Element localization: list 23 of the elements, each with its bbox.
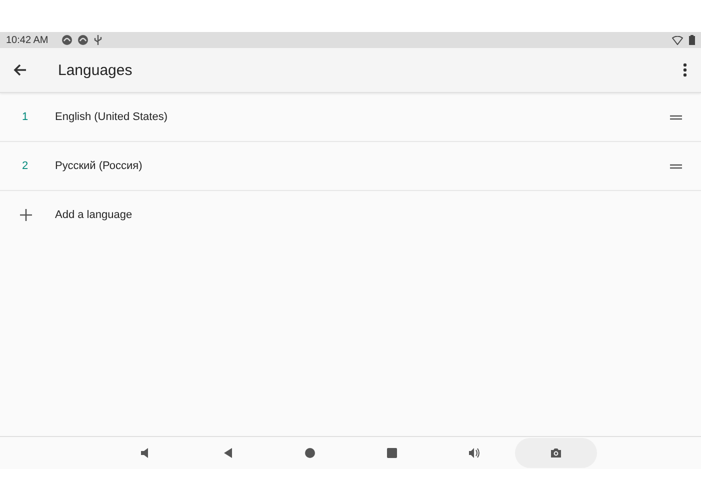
language-name: Русский (Россия) [55,160,144,172]
drag-handle-icon[interactable] [670,114,682,120]
back-arrow-icon [13,63,27,77]
volume-up-icon [468,447,480,459]
status-time: 10:42 AM [6,34,48,46]
language-number: 2 [20,160,30,172]
battery-icon [689,35,695,45]
camera-button[interactable] [515,438,597,468]
notification-icon [78,35,88,45]
wifi-icon [672,36,683,44]
usb-icon [94,35,102,45]
recents-icon [386,447,398,459]
back-icon [222,447,234,459]
more-options-icon [683,63,687,77]
add-language-item[interactable]: Add a language [0,191,701,239]
plus-icon [20,209,32,221]
notification-icon [62,35,72,45]
home-icon [304,447,316,459]
screen-title: Languages [58,62,134,78]
camera-icon [550,447,562,459]
language-name: English (United States) [55,111,168,123]
drag-handle-icon[interactable] [670,164,682,168]
language-number: 1 [20,111,30,123]
